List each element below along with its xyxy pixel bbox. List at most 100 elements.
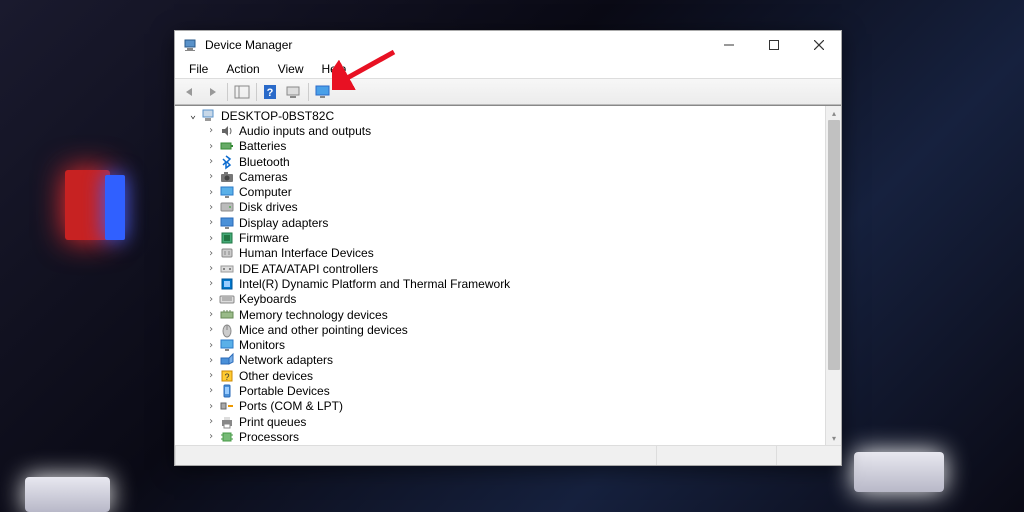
app-icon [183,37,199,53]
chevron-down-icon[interactable]: ⌄ [187,110,199,121]
tree-category-label: Network adapters [239,353,333,367]
keyboard-icon [219,291,235,307]
tree-category[interactable]: ›Computer [179,184,841,199]
tree-category[interactable]: › Firmware [179,230,841,245]
toolbar: ? [175,79,841,105]
tree-category-label: IDE ATA/ATAPI controllers [239,262,378,276]
tree-category-label: Firmware [239,231,289,245]
titlebar[interactable]: Device Manager [175,31,841,59]
menu-action[interactable]: Action [218,61,267,77]
chevron-right-icon[interactable]: › [205,156,217,167]
chevron-right-icon[interactable]: › [205,431,217,442]
tree-category[interactable]: ›Portable Devices [179,383,841,398]
chevron-right-icon[interactable]: › [205,141,217,152]
tree-category[interactable]: › Cameras [179,169,841,184]
tree-category[interactable]: › Memory technology devices [179,307,841,322]
tree-category[interactable]: › Audio inputs and outputs [179,123,841,138]
menubar: File Action View Help [175,59,841,79]
close-button[interactable] [796,31,841,59]
tree-category-label: Monitors [239,338,285,352]
device-tree[interactable]: ⌄ DESKTOP-0BST82C › Audio inputs and output… [175,106,841,445]
minimize-button[interactable] [706,31,751,59]
chevron-right-icon[interactable]: › [205,416,217,427]
tree-category[interactable]: › Disk drives [179,200,841,215]
chevron-right-icon[interactable]: › [205,324,217,335]
toolbar-separator [227,83,228,101]
tree-category-label: Audio inputs and outputs [239,124,371,138]
scroll-thumb[interactable] [828,120,840,370]
ports-icon [219,398,235,414]
tree-root[interactable]: ⌄ DESKTOP-0BST82C [179,108,841,123]
chevron-right-icon[interactable]: › [205,248,217,259]
forward-button[interactable] [202,81,224,103]
tree-category-label: Mice and other pointing devices [239,323,408,337]
back-button[interactable] [179,81,201,103]
menu-view[interactable]: View [270,61,312,77]
cpu-icon [219,429,235,445]
tree-category[interactable]: › Human Interface Devices [179,246,841,261]
tree-category[interactable]: ›Intel(R) Dynamic Platform and Thermal F… [179,276,841,291]
tree-category[interactable]: › Print queues [179,414,841,429]
tree-category[interactable]: › Mice and other pointing devices [179,322,841,337]
audio-icon [219,123,235,139]
tree-category[interactable]: › Keyboards [179,292,841,307]
tree-category-label: Other devices [239,369,313,383]
tree-category[interactable]: › Ports (COM & LPT) [179,399,841,414]
hid-icon [219,245,235,261]
bluetooth-icon [219,154,235,170]
scroll-up-icon[interactable]: ▴ [826,106,841,120]
chevron-right-icon[interactable]: › [205,202,217,213]
computer-icon [219,184,235,200]
show-hide-tree-button[interactable] [231,81,253,103]
tree-category-label: Ports (COM & LPT) [239,399,343,413]
menu-help[interactable]: Help [314,61,355,77]
tree-category[interactable]: ›? Other devices [179,368,841,383]
chevron-right-icon[interactable]: › [205,263,217,274]
chevron-right-icon[interactable]: › [205,125,217,136]
toolbar-separator [308,83,309,101]
display-icon [219,215,235,231]
printer-icon [219,414,235,430]
tree-category[interactable]: › Network adapters [179,353,841,368]
statusbar [175,445,841,465]
help-button[interactable]: ? [260,81,282,103]
chevron-right-icon[interactable]: › [205,355,217,366]
chevron-right-icon[interactable]: › [205,278,217,289]
firmware-icon [219,230,235,246]
chevron-right-icon[interactable]: › [205,309,217,320]
tree-category[interactable]: ›Batteries [179,139,841,154]
tree-category-label: Keyboards [239,292,296,306]
svg-text:?: ? [224,372,229,382]
scroll-down-icon[interactable]: ▾ [826,431,841,445]
chevron-right-icon[interactable]: › [205,385,217,396]
tree-category-label: Disk drives [239,200,298,214]
tree-category-label: Cameras [239,170,288,184]
maximize-button[interactable] [751,31,796,59]
device-manager-window: Device Manager File Action View Help ? [174,30,842,466]
chevron-right-icon[interactable]: › [205,171,217,182]
tree-category[interactable]: › Monitors [179,337,841,352]
tree-category[interactable]: ›Bluetooth [179,154,841,169]
chevron-right-icon[interactable]: › [205,401,217,412]
menu-file[interactable]: File [181,61,216,77]
tree-category-label: Human Interface Devices [239,246,374,260]
tree-category-label: Memory technology devices [239,308,388,322]
chevron-right-icon[interactable]: › [205,294,217,305]
chevron-right-icon[interactable]: › [205,217,217,228]
toolbar-separator [256,83,257,101]
chevron-right-icon[interactable]: › [205,340,217,351]
chevron-right-icon[interactable]: › [205,187,217,198]
tree-root-label: DESKTOP-0BST82C [221,109,334,123]
tree-category[interactable]: › IDE ATA/ATAPI controllers [179,261,841,276]
tree-category[interactable]: ›Display adapters [179,215,841,230]
disk-icon [219,199,235,215]
chevron-right-icon[interactable]: › [205,370,217,381]
tree-category-label: Print queues [239,415,306,429]
window-title: Device Manager [205,38,706,52]
tree-category[interactable]: ›Processors [179,429,841,444]
monitor-action-button[interactable] [312,81,334,103]
scrollbar[interactable]: ▴ ▾ [825,106,841,445]
chevron-right-icon[interactable]: › [205,233,217,244]
scan-hardware-button[interactable] [283,81,305,103]
portable-icon [219,383,235,399]
